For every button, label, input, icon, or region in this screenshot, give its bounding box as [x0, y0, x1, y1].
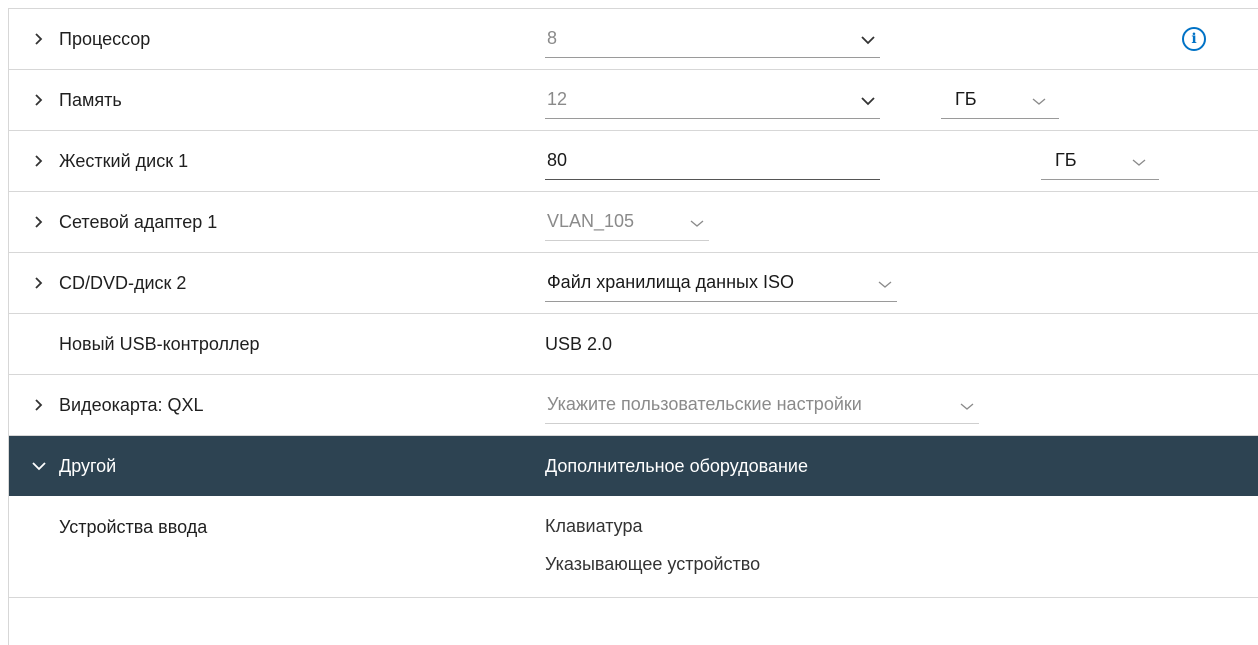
chevron-right-icon[interactable]	[31, 70, 47, 130]
chevron-right-icon[interactable]	[31, 131, 47, 191]
network-select[interactable]: VLAN_105	[545, 205, 709, 241]
row-cddvd: CD/DVD-диск 2 Файл хранилища данных ISO	[9, 253, 1258, 314]
cpu-value: 8	[547, 28, 558, 48]
row-other[interactable]: Другой Дополнительное оборудование	[9, 436, 1258, 496]
cddvd-value: Файл хранилища данных ISO	[547, 272, 794, 292]
disk-size-input[interactable]: 80	[545, 144, 880, 180]
row-network: Сетевой адаптер 1 VLAN_105	[9, 192, 1258, 253]
chevron-right-icon[interactable]	[31, 192, 47, 252]
hardware-settings-panel: Процессор 8 i Память 12 ГБ Жесткий диск …	[8, 8, 1258, 645]
memory-select[interactable]: 12	[545, 83, 880, 119]
chevron-down-icon	[1031, 93, 1047, 109]
row-label-memory: Память	[59, 90, 122, 110]
chevron-down-icon	[860, 93, 876, 109]
input-item-keyboard: Клавиатура	[545, 516, 643, 536]
row-label-input: Устройства ввода	[59, 517, 208, 537]
input-item-pointing-device: Указывающее устройство	[545, 554, 761, 574]
row-label-video: Видеокарта: QXL	[59, 395, 204, 415]
usb-value: USB 2.0	[545, 334, 613, 354]
chevron-down-icon	[1131, 154, 1147, 170]
row-cpu: Процессор 8 i	[9, 9, 1258, 70]
chevron-down-icon	[959, 398, 975, 414]
info-icon[interactable]: i	[1182, 27, 1206, 51]
chevron-down-icon	[860, 32, 876, 48]
disk-unit: ГБ	[1055, 150, 1077, 170]
network-value: VLAN_105	[547, 211, 635, 231]
chevron-right-icon[interactable]	[31, 9, 47, 69]
memory-unit: ГБ	[955, 89, 977, 109]
memory-unit-select[interactable]: ГБ	[941, 83, 1059, 119]
other-value: Дополнительное оборудование	[545, 456, 808, 476]
row-input-devices: Устройства ввода Клавиатура Указывающее …	[9, 496, 1258, 598]
row-label-disk: Жесткий диск 1	[59, 151, 189, 171]
memory-value: 12	[547, 89, 568, 109]
row-disk: Жесткий диск 1 80 ГБ	[9, 131, 1258, 192]
disk-unit-select[interactable]: ГБ	[1041, 144, 1159, 180]
video-value: Укажите пользовательские настройки	[547, 394, 862, 414]
row-label-usb: Новый USB-контроллер	[59, 334, 260, 354]
chevron-right-icon[interactable]	[31, 375, 47, 435]
row-usb: Новый USB-контроллер USB 2.0	[9, 314, 1258, 375]
cpu-select[interactable]: 8	[545, 22, 880, 58]
video-select[interactable]: Укажите пользовательские настройки	[545, 388, 979, 424]
disk-size-value: 80	[547, 150, 568, 170]
chevron-down-icon[interactable]	[31, 436, 47, 496]
row-label-cpu: Процессор	[59, 29, 151, 49]
chevron-right-icon[interactable]	[31, 253, 47, 313]
row-video: Видеокарта: QXL Укажите пользовательские…	[9, 375, 1258, 436]
row-label-network: Сетевой адаптер 1	[59, 212, 218, 232]
row-label-other: Другой	[59, 456, 117, 476]
chevron-down-icon	[877, 276, 893, 292]
row-label-cddvd: CD/DVD-диск 2	[59, 273, 187, 293]
cddvd-select[interactable]: Файл хранилища данных ISO	[545, 266, 897, 302]
chevron-down-icon	[689, 215, 705, 231]
row-memory: Память 12 ГБ	[9, 70, 1258, 131]
